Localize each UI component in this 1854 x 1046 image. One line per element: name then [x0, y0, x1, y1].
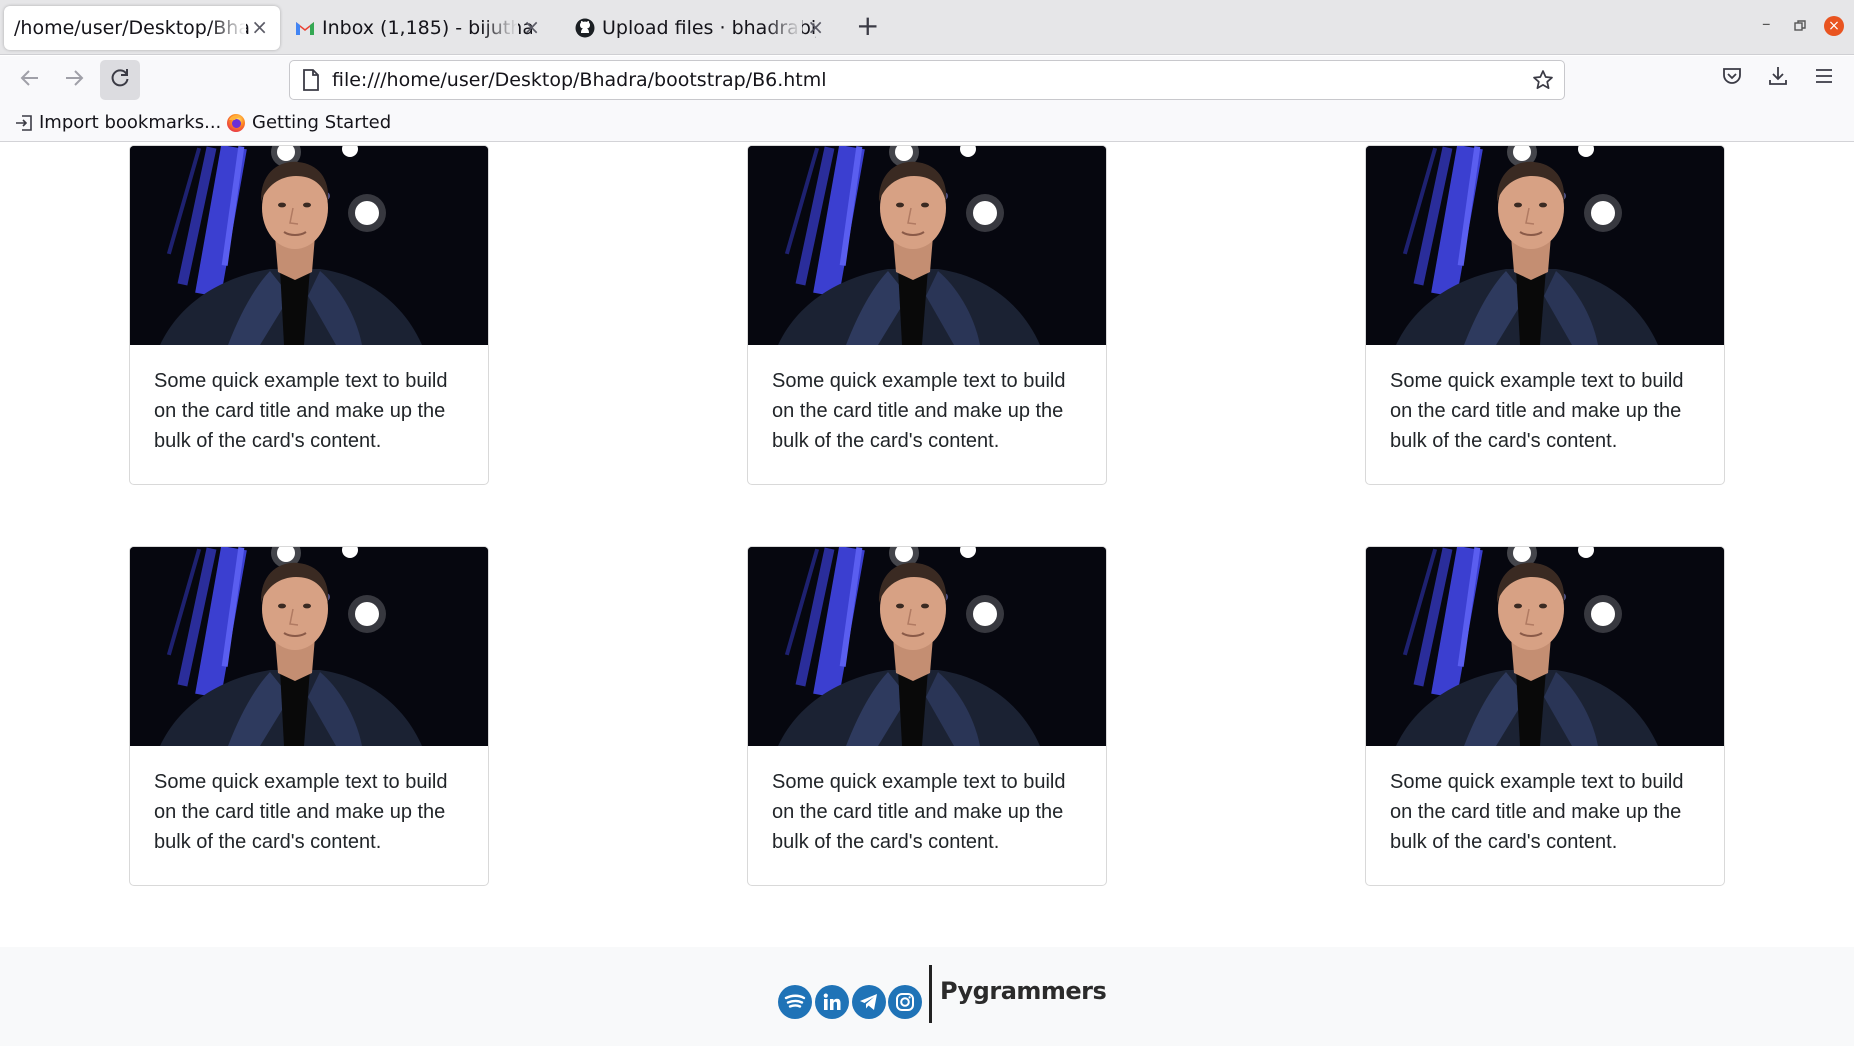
- close-tab-icon[interactable]: ×: [523, 15, 540, 39]
- card-image: [748, 146, 1106, 345]
- tab-gmail-inbox[interactable]: Inbox (1,185) - bijuthattar ×: [290, 6, 552, 50]
- linkedin-icon[interactable]: [815, 985, 849, 1019]
- close-tab-icon[interactable]: ×: [251, 15, 268, 39]
- tab-github-upload[interactable]: Upload files · bhadrabiju2 ×: [570, 6, 836, 50]
- card-image: [1366, 547, 1724, 746]
- page-content: Some quick example text to build on the …: [0, 143, 1854, 1046]
- bookmark-import[interactable]: Import bookmarks...: [15, 112, 221, 133]
- card: Some quick example text to build on the …: [129, 145, 489, 485]
- url-text: file:///home/user/Desktop/Bhadra/bootstr…: [332, 69, 827, 91]
- close-tab-icon[interactable]: ×: [807, 15, 824, 39]
- back-arrow-icon: [19, 67, 41, 93]
- forward-arrow-icon: [63, 67, 85, 93]
- bookmark-label: Getting Started: [252, 112, 392, 133]
- bookmark-getting-started[interactable]: Getting Started: [226, 112, 391, 133]
- close-window-icon[interactable]: ×: [1824, 16, 1844, 36]
- card-image: [130, 146, 488, 345]
- card: Some quick example text to build on the …: [747, 546, 1107, 886]
- card: Some quick example text to build on the …: [1365, 546, 1725, 886]
- footer-brand[interactable]: Pygrammers: [940, 977, 1107, 1005]
- pocket-icon[interactable]: [1721, 65, 1743, 91]
- card: Some quick example text to build on the …: [1365, 145, 1725, 485]
- tab-fade: [210, 6, 246, 50]
- card-text: Some quick example text to build on the …: [154, 370, 448, 452]
- forward-button[interactable]: [54, 60, 94, 100]
- card-text: Some quick example text to build on the …: [1390, 370, 1684, 452]
- card-text: Some quick example text to build on the …: [772, 771, 1066, 853]
- tab-fade: [482, 6, 518, 50]
- bookmarks-toolbar: Import bookmarks... Getting Started: [0, 104, 1854, 142]
- import-icon: [15, 114, 33, 132]
- card-text: Some quick example text to build on the …: [772, 370, 1066, 452]
- gmail-icon: [294, 17, 316, 39]
- page-footer: Pygrammers: [0, 947, 1854, 1046]
- restore-window-icon[interactable]: [1794, 17, 1806, 37]
- card-image: [748, 547, 1106, 746]
- spotify-icon[interactable]: [778, 985, 812, 1019]
- navigation-toolbar: file:///home/user/Desktop/Bhadra/bootstr…: [0, 56, 1854, 104]
- card: Some quick example text to build on the …: [129, 546, 489, 886]
- downloads-icon[interactable]: [1767, 65, 1789, 91]
- tab-fade: [766, 6, 802, 50]
- github-icon: [574, 17, 596, 39]
- reload-button[interactable]: [100, 60, 140, 100]
- menu-icon[interactable]: [1813, 65, 1835, 91]
- card-image: [130, 547, 488, 746]
- bookmark-label: Import bookmarks...: [39, 112, 222, 133]
- address-bar[interactable]: file:///home/user/Desktop/Bhadra/bootstr…: [289, 60, 1565, 100]
- card: Some quick example text to build on the …: [747, 145, 1107, 485]
- brand-divider: [929, 965, 932, 1023]
- bookmark-star-icon[interactable]: [1532, 69, 1554, 95]
- card-text: Some quick example text to build on the …: [1390, 771, 1684, 853]
- reload-icon: [109, 67, 131, 93]
- card-text: Some quick example text to build on the …: [154, 771, 448, 853]
- firefox-icon: [226, 113, 246, 133]
- page-icon: [302, 69, 320, 95]
- card-image: [1366, 146, 1724, 345]
- tab-b6-html[interactable]: /home/user/Desktop/Bhadra ×: [4, 6, 280, 50]
- back-button[interactable]: [10, 60, 50, 100]
- tab-bar: /home/user/Desktop/Bhadra × Inbox (1,185…: [0, 0, 1854, 55]
- telegram-icon[interactable]: [852, 985, 886, 1019]
- instagram-icon[interactable]: [888, 985, 922, 1019]
- minimize-window-icon[interactable]: –: [1762, 14, 1771, 34]
- new-tab-icon[interactable]: +: [856, 12, 879, 40]
